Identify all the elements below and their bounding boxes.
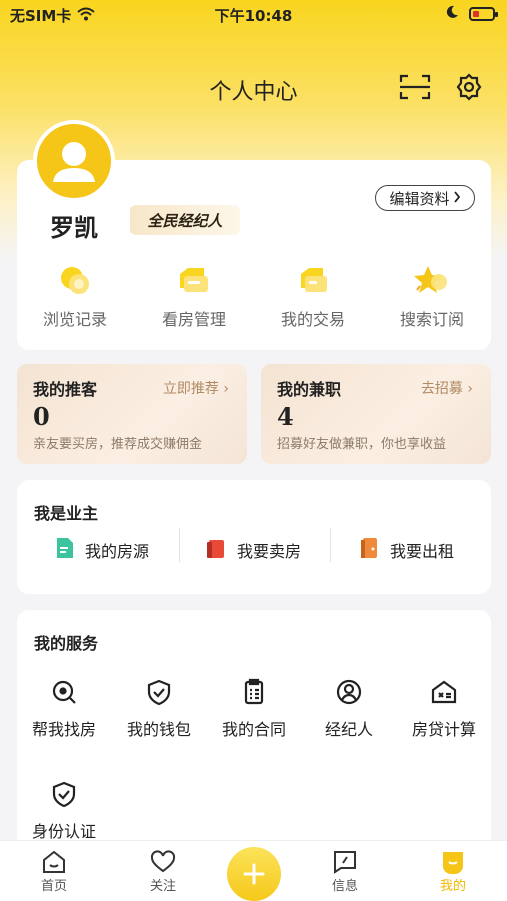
services-section: 我的服务 帮我找房 我的钱包 我的合同 经纪人 房贷计算 身份认证 <box>17 610 491 850</box>
heart-icon <box>123 847 203 875</box>
promo-card-parttime[interactable]: 我的兼职 去招募 › 4 招募好友做兼职，你也享收益 <box>261 364 491 464</box>
service-contract[interactable]: 我的合同 <box>209 676 299 740</box>
moon-icon <box>445 5 459 23</box>
subscribe-star-icon <box>373 262 491 298</box>
owner-item-my-listings[interactable]: 我的房源 <box>55 535 149 565</box>
find-house-icon <box>19 676 109 708</box>
owner-item-label: 我要卖房 <box>237 542 302 561</box>
sell-house-icon <box>207 536 227 564</box>
viewing-manage-icon <box>135 262 253 298</box>
tab-label: 我的 <box>439 879 466 894</box>
rent-door-icon <box>360 536 380 564</box>
battery-icon <box>469 7 498 21</box>
user-name: 罗凯 <box>50 214 98 242</box>
edit-profile-label: 编辑资料 <box>389 189 450 208</box>
quick-action-history[interactable]: 浏览记录 <box>16 262 134 330</box>
service-id-verify[interactable]: 身份认证 <box>19 778 109 842</box>
settings-gear-icon[interactable] <box>452 70 486 104</box>
contract-icon <box>209 676 299 708</box>
service-label: 房贷计算 <box>411 720 476 739</box>
divider <box>330 528 331 562</box>
tab-home[interactable]: 首页 <box>14 847 94 894</box>
status-time: 下午10:48 <box>214 7 293 25</box>
quick-action-viewing[interactable]: 看房管理 <box>135 262 253 330</box>
service-label: 帮我找房 <box>31 720 96 739</box>
quick-action-label: 我的交易 <box>280 310 345 329</box>
owner-item-rent-out[interactable]: 我要出租 <box>360 535 454 565</box>
owner-item-label: 我的房源 <box>85 542 150 561</box>
tab-follow[interactable]: 关注 <box>123 847 203 894</box>
promo-subtitle: 亲友要买房，推荐成交赚佣金 <box>33 437 203 452</box>
service-find-house[interactable]: 帮我找房 <box>19 676 109 740</box>
service-label: 我的合同 <box>221 720 286 739</box>
quick-action-label: 看房管理 <box>161 310 226 329</box>
tab-label: 信息 <box>331 879 358 894</box>
promo-value: 0 <box>33 402 50 431</box>
section-title: 我是业主 <box>34 504 99 523</box>
agent-icon <box>304 676 394 708</box>
service-mortgage-calc[interactable]: 房贷计算 <box>399 676 489 740</box>
promo-subtitle: 招募好友做兼职，你也享收益 <box>277 437 447 452</box>
service-wallet[interactable]: 我的钱包 <box>114 676 204 740</box>
plus-icon <box>243 863 265 885</box>
service-agent[interactable]: 经纪人 <box>304 676 394 740</box>
tab-label: 首页 <box>40 879 67 894</box>
promo-link-recommend[interactable]: 立即推荐 › <box>163 378 229 398</box>
transaction-icon <box>254 262 372 298</box>
quick-action-subscribe[interactable]: 搜索订阅 <box>373 262 491 330</box>
mortgage-calc-icon <box>399 676 489 708</box>
service-label: 身份认证 <box>31 822 96 841</box>
owner-item-label: 我要出租 <box>390 542 455 561</box>
promo-card-referral[interactable]: 我的推客 立即推荐 › 0 亲友要买房，推荐成交赚佣金 <box>17 364 247 464</box>
owner-item-sell-house[interactable]: 我要卖房 <box>207 535 301 565</box>
wallet-shield-icon <box>114 676 204 708</box>
profile-icon <box>413 847 493 875</box>
scan-icon[interactable] <box>398 70 432 104</box>
id-verify-icon <box>19 778 109 810</box>
role-badge: 全民经纪人 <box>130 205 240 235</box>
home-icon <box>14 847 94 875</box>
service-label: 经纪人 <box>324 720 373 739</box>
quick-action-label: 搜索订阅 <box>399 310 464 329</box>
user-silhouette-icon <box>53 142 95 182</box>
chevron-right-icon <box>453 189 461 207</box>
quick-action-transaction[interactable]: 我的交易 <box>254 262 372 330</box>
service-label: 我的钱包 <box>126 720 191 739</box>
divider <box>179 528 180 562</box>
avatar[interactable] <box>33 120 115 202</box>
tab-messages[interactable]: 信息 <box>305 847 385 894</box>
quick-action-label: 浏览记录 <box>42 310 107 329</box>
listing-doc-icon <box>55 536 75 564</box>
tab-label: 关注 <box>149 879 176 894</box>
section-title: 我的服务 <box>34 634 99 653</box>
promo-value: 4 <box>277 402 294 431</box>
message-icon <box>305 847 385 875</box>
tab-mine[interactable]: 我的 <box>413 847 493 894</box>
owner-section: 我是业主 我的房源 我要卖房 我要出租 <box>17 480 491 594</box>
status-bar: 无SIM卡 下午10:48 <box>0 0 507 30</box>
publish-plus-button[interactable] <box>227 847 281 901</box>
promo-link-recruit[interactable]: 去招募 › <box>421 378 473 398</box>
edit-profile-button[interactable]: 编辑资料 <box>375 185 475 211</box>
history-icon <box>16 262 134 298</box>
